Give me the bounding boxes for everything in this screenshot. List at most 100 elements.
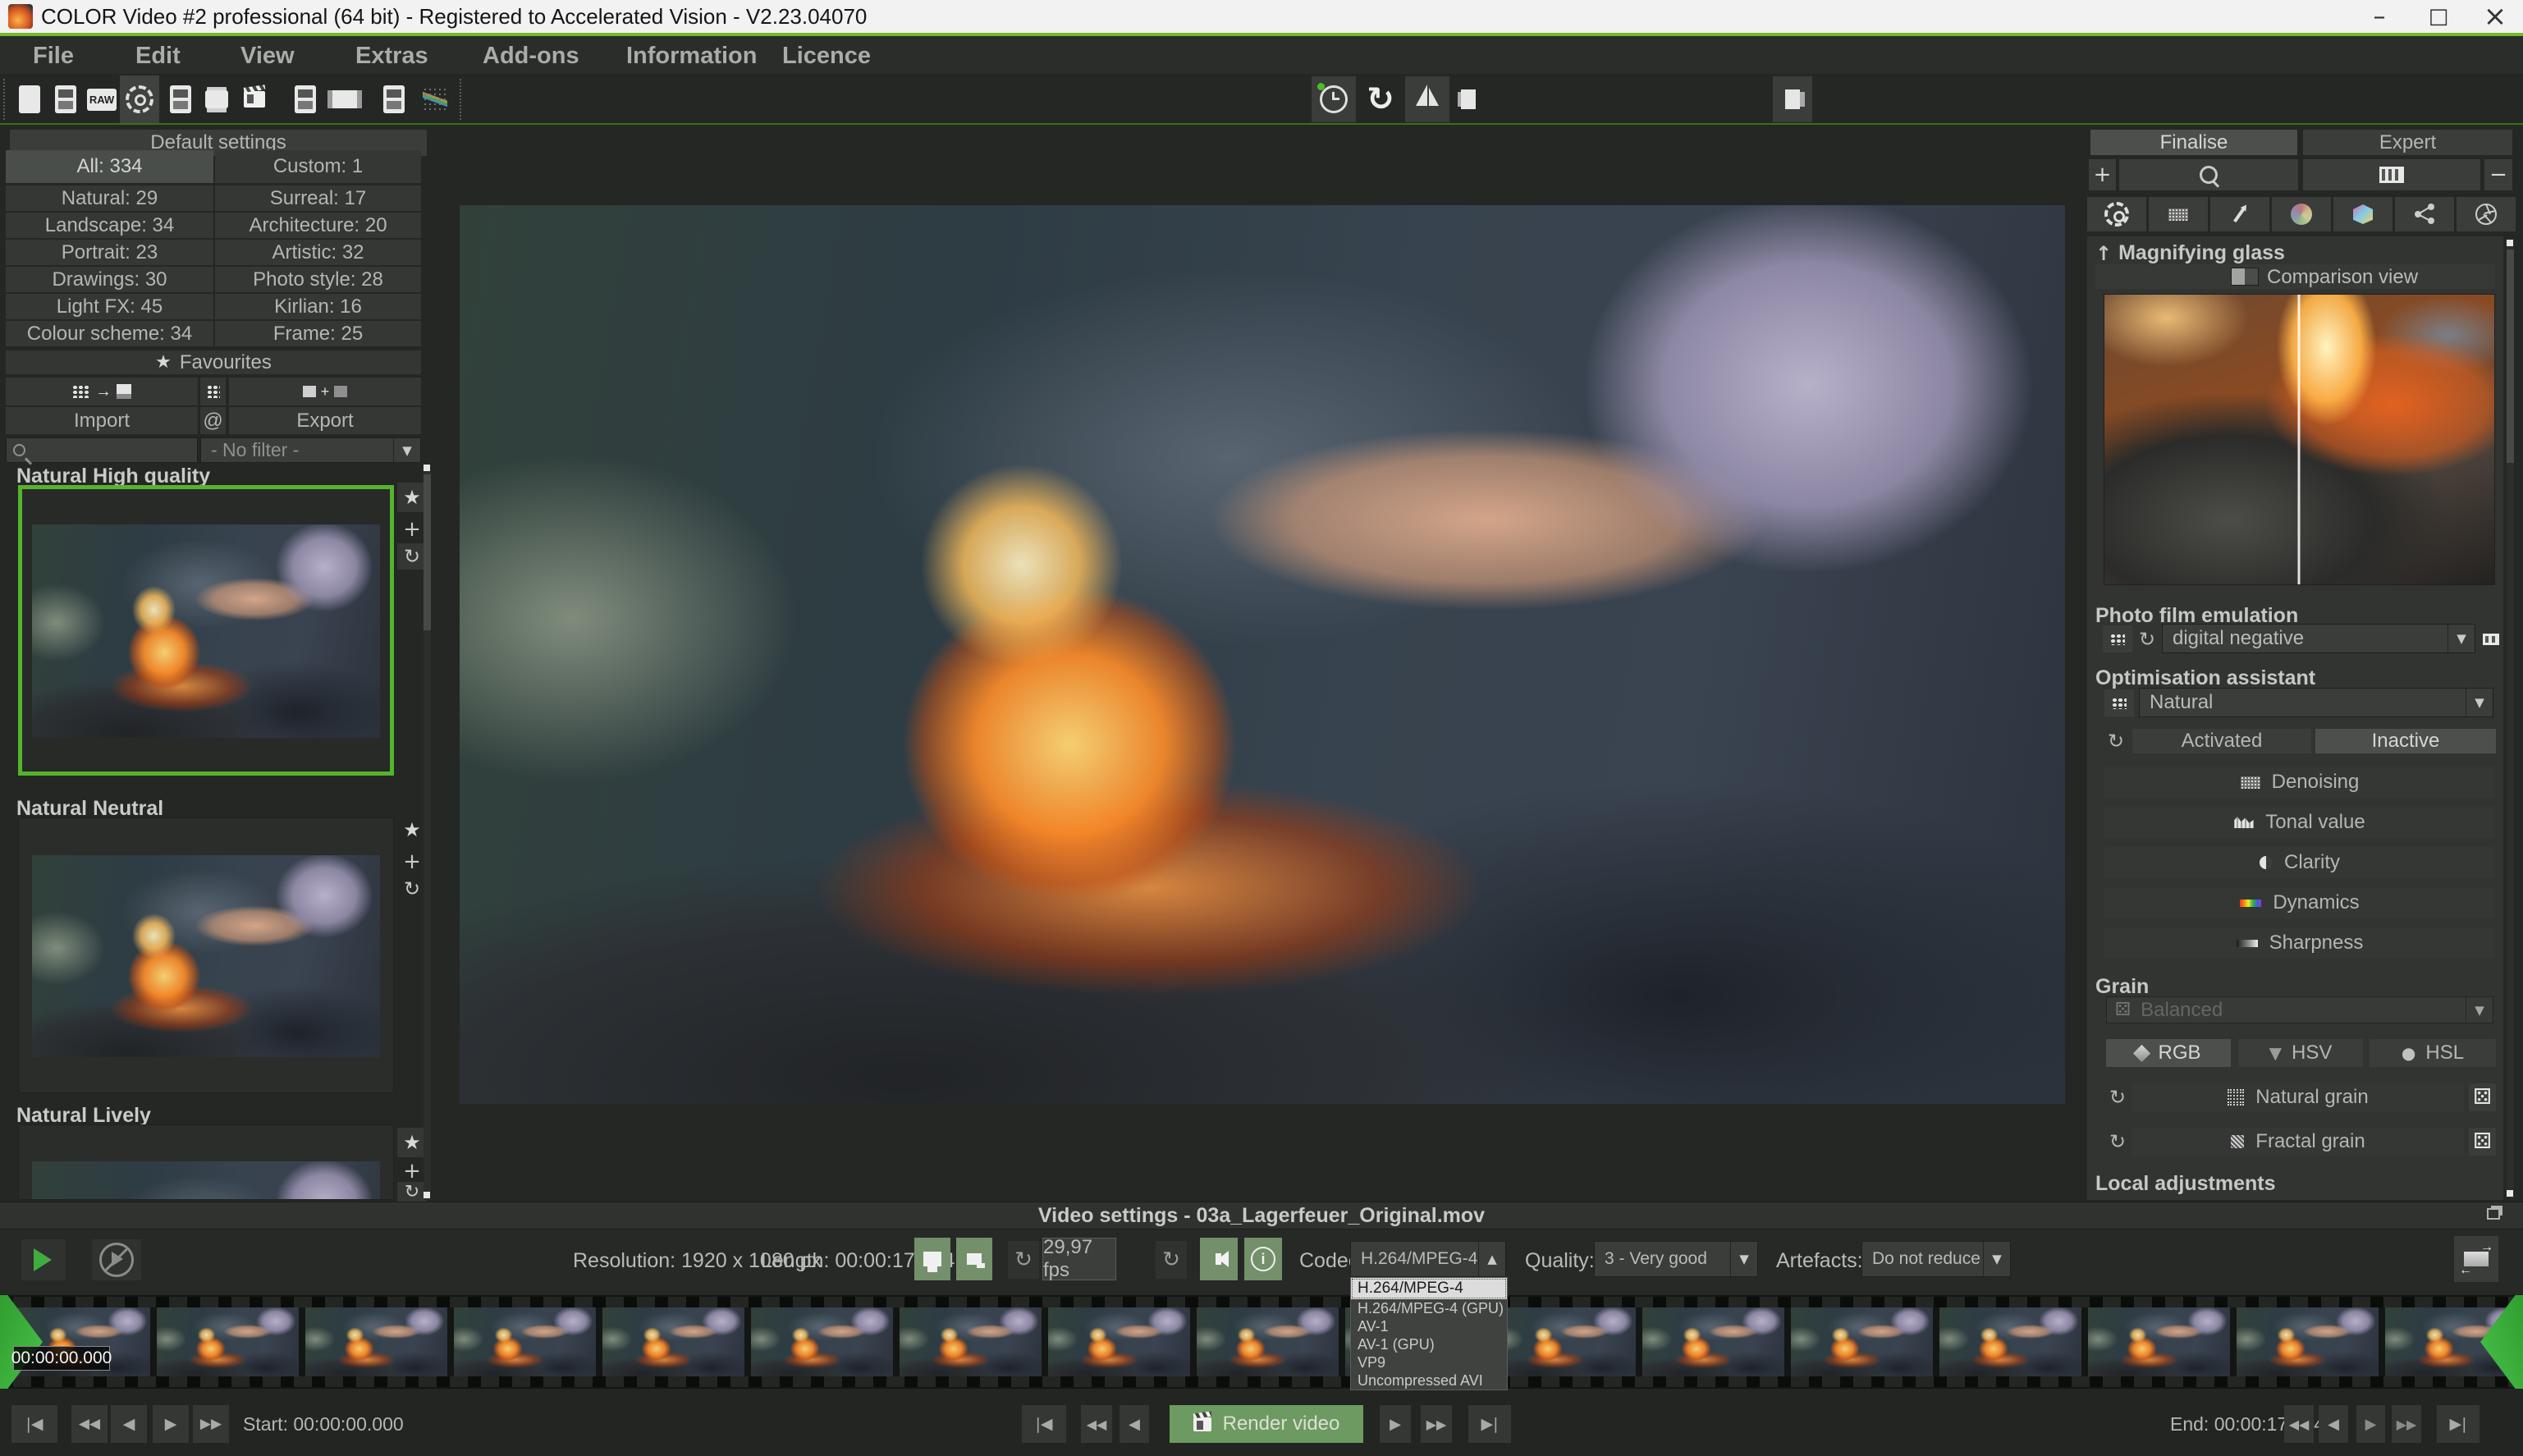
- film-dropdown[interactable]: digital negative ▼: [2162, 624, 2475, 653]
- raw-settings-button[interactable]: RAW: [84, 77, 120, 121]
- grain-mode-hsv[interactable]: ▼HSV: [2238, 1039, 2363, 1067]
- assistant-dropdown[interactable]: Natural ▼: [2139, 688, 2493, 717]
- fractal-grain-refresh-button[interactable]: ↻: [2106, 1128, 2129, 1156]
- category-frame[interactable]: Frame: 25: [215, 321, 421, 346]
- preset-item-selected[interactable]: [18, 485, 394, 776]
- grain-preset-dropdown[interactable]: ⚄ Balanced ▼: [2106, 996, 2493, 1023]
- category-kirlian[interactable]: Kirlian: 16: [215, 294, 421, 319]
- timeline-frame[interactable]: [751, 1307, 893, 1376]
- ffwd-button[interactable]: ▶▶: [193, 1405, 229, 1443]
- range-fwd-button[interactable]: ▶: [1380, 1405, 1411, 1443]
- fps-field[interactable]: 29,97 fps: [1042, 1238, 1116, 1280]
- resize-height-button[interactable]: [956, 1238, 992, 1280]
- timeline-frame[interactable]: [454, 1307, 596, 1376]
- film-options-button[interactable]: [2480, 625, 2502, 652]
- redo-button[interactable]: ↻: [1359, 76, 1402, 122]
- fps-refresh-button[interactable]: ↻: [1008, 1241, 1039, 1279]
- natural-grain-button[interactable]: Natural grain: [2132, 1083, 2464, 1111]
- range-skip-end-button[interactable]: ▶|: [1468, 1405, 1511, 1443]
- preset1-refresh-button[interactable]: ↻: [397, 543, 427, 570]
- preset2-add-button[interactable]: +: [397, 849, 427, 874]
- category-light-fx[interactable]: Light FX: 45: [6, 294, 213, 319]
- filter-dropdown[interactable]: - No filter - ▼: [200, 437, 421, 463]
- preset2-favourite-button[interactable]: ★: [397, 815, 427, 845]
- activated-button[interactable]: Activated: [2132, 729, 2311, 753]
- email-button[interactable]: @: [200, 407, 226, 434]
- timeline-frame[interactable]: [305, 1307, 447, 1376]
- sharpness-button[interactable]: Sharpness: [2104, 927, 2495, 959]
- loop-play-button[interactable]: [92, 1239, 141, 1280]
- filter-search-button[interactable]: [2119, 159, 2298, 190]
- preset1-add-button[interactable]: +: [397, 517, 427, 542]
- codec-dropdown[interactable]: H.264/MPEG-4 ▲: [1350, 1241, 1506, 1277]
- grain-mode-hsl[interactable]: ●HSL: [2370, 1039, 2496, 1067]
- preset3-favourite-button[interactable]: ★: [397, 1128, 427, 1157]
- frame-export-button[interactable]: [2454, 1236, 2498, 1282]
- codec-option[interactable]: AV-1: [1351, 1317, 1507, 1335]
- menu-addons[interactable]: Add-ons: [483, 43, 579, 70]
- remove-filter-button[interactable]: −: [2484, 159, 2512, 190]
- comparison-toggle[interactable]: [2231, 268, 2259, 286]
- timeline-frame[interactable]: [1197, 1307, 1339, 1376]
- audio-refresh-button[interactable]: ↻: [1156, 1241, 1187, 1279]
- render-video-button[interactable]: Render video: [1170, 1405, 1363, 1443]
- timeline-frame[interactable]: [1048, 1307, 1190, 1376]
- favourites-button[interactable]: ★ Favourites: [6, 350, 421, 374]
- preset3-add-button[interactable]: +: [397, 1161, 427, 1182]
- tool-nodes-button[interactable]: [2395, 197, 2454, 231]
- inactive-button[interactable]: Inactive: [2315, 729, 2496, 753]
- import-button[interactable]: Import: [6, 407, 198, 434]
- category-colour-scheme[interactable]: Colour scheme: 34: [6, 321, 213, 346]
- history-button[interactable]: [1312, 76, 1356, 122]
- menu-view[interactable]: View: [240, 43, 295, 70]
- minimize-button[interactable]: –: [2349, 0, 2410, 33]
- add-filter-button[interactable]: +: [2089, 159, 2116, 190]
- preset-search-button[interactable]: [200, 378, 226, 405]
- category-surreal[interactable]: Surreal: 17: [215, 185, 421, 211]
- end-skip-end-button[interactable]: ▶|: [2437, 1405, 2480, 1443]
- codec-option[interactable]: VP9: [1351, 1353, 1507, 1371]
- fractal-grain-button[interactable]: Fractal grain: [2132, 1128, 2464, 1156]
- tonal-value-button[interactable]: Tonal value: [2104, 807, 2495, 838]
- preset-item[interactable]: [18, 817, 394, 1093]
- category-landscape[interactable]: Landscape: 34: [6, 213, 213, 238]
- tool-colour-wheel-button[interactable]: [2272, 197, 2331, 231]
- menu-information[interactable]: Information: [626, 43, 758, 70]
- menu-edit[interactable]: Edit: [135, 43, 181, 70]
- import-icon-button[interactable]: →: [6, 378, 198, 405]
- menu-licence[interactable]: Licence: [782, 43, 871, 70]
- range-rewind-button[interactable]: ◀◀: [1081, 1405, 1112, 1443]
- settings-button[interactable]: [120, 76, 159, 123]
- timeline-frame[interactable]: [1791, 1307, 1933, 1376]
- clapper-button[interactable]: [235, 77, 274, 121]
- batch-processing-button[interactable]: [48, 77, 84, 121]
- magnifier-header[interactable]: ↑ Magnifying glass: [2095, 241, 2285, 265]
- category-custom[interactable]: Custom: 1: [215, 150, 421, 183]
- codec-option[interactable]: Uncompressed AVI: [1351, 1371, 1507, 1390]
- compare-flip-button[interactable]: [1405, 76, 1449, 122]
- export-button[interactable]: Export: [229, 407, 421, 434]
- timeline-frame[interactable]: [157, 1307, 299, 1376]
- film-emulation-button[interactable]: [2303, 159, 2480, 190]
- category-photo-style[interactable]: Photo style: 28: [215, 267, 421, 292]
- menu-extras[interactable]: Extras: [355, 43, 428, 70]
- tool-optimise-button[interactable]: [2087, 197, 2146, 231]
- timeline-frame[interactable]: [900, 1307, 1042, 1376]
- fractal-grain-dice-button[interactable]: ⚄: [2469, 1128, 2496, 1156]
- preview-canvas[interactable]: [440, 128, 2081, 1200]
- tab-finalise[interactable]: Finalise: [2090, 130, 2297, 155]
- maximize-button[interactable]: □: [2410, 0, 2467, 33]
- assistant-browse-button[interactable]: [2104, 689, 2134, 717]
- step-back-button[interactable]: ◀: [111, 1405, 147, 1443]
- tab-expert[interactable]: Expert: [2303, 130, 2512, 155]
- end-rewind-button[interactable]: ◀◀: [2284, 1405, 2314, 1443]
- tool-lut-button[interactable]: [2333, 197, 2392, 231]
- category-all[interactable]: All: 334: [6, 150, 213, 183]
- codec-option[interactable]: H.264/MPEG-4 (GPU): [1351, 1299, 1507, 1317]
- panel-restore-icon[interactable]: [2487, 1208, 2500, 1220]
- end-back-button[interactable]: ◀: [2319, 1405, 2348, 1443]
- preset-item[interactable]: [18, 1124, 394, 1200]
- resize-width-button[interactable]: [914, 1238, 950, 1280]
- play-button[interactable]: [21, 1239, 66, 1280]
- export-icon-button[interactable]: +: [229, 378, 421, 405]
